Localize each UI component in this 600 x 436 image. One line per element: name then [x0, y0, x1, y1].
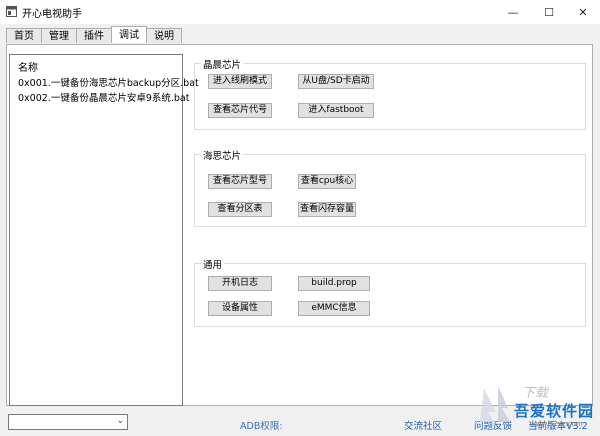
view-partition-table-button[interactable]: 查看分区表: [208, 202, 272, 217]
script-list[interactable]: 名称 0x001.一键备份海思芯片backup分区.bat 0x002.一键备份…: [9, 54, 199, 406]
title-bar: 开心电视助手 — ☐ ✕: [0, 0, 600, 24]
amlogic-group-title: 晶晨芯片: [201, 57, 244, 71]
community-link[interactable]: 交流社区: [404, 418, 442, 432]
tab-home[interactable]: 首页: [6, 28, 42, 43]
emmc-info-button[interactable]: eMMC信息: [298, 301, 370, 316]
tab-help[interactable]: 说明: [146, 28, 182, 43]
app-icon: [6, 6, 17, 17]
build-prop-button[interactable]: build.prop: [298, 276, 370, 291]
device-properties-button[interactable]: 设备属性: [208, 301, 272, 316]
maximize-button[interactable]: ☐: [532, 0, 566, 24]
watermark-overlay-text: 下载: [522, 386, 549, 401]
close-icon: ✕: [578, 5, 588, 19]
watermark: 下载 吾爱软件园 www.52xz.com: [474, 382, 594, 432]
minimize-button[interactable]: —: [496, 0, 530, 24]
window-title: 开心电视助手: [22, 9, 82, 20]
view-chip-model-button[interactable]: 查看芯片型号: [208, 174, 272, 189]
close-button[interactable]: ✕: [566, 0, 600, 24]
device-select[interactable]: ⌄: [8, 414, 128, 430]
enter-flash-mode-button[interactable]: 进入线刷模式: [208, 74, 272, 89]
tab-strip: 首页 管理 插件 调试 说明: [6, 26, 182, 44]
general-group-title: 通用: [201, 257, 225, 271]
watermark-logo-icon: [480, 386, 510, 422]
tab-plugins[interactable]: 插件: [76, 28, 112, 43]
minimize-icon: —: [507, 5, 519, 19]
view-cpu-cores-button[interactable]: 查看cpu核心: [298, 174, 356, 189]
tab-manage[interactable]: 管理: [41, 28, 77, 43]
maximize-icon: ☐: [544, 5, 554, 19]
enter-fastboot-button[interactable]: 进入fastboot: [298, 103, 374, 118]
view-chip-code-button[interactable]: 查看芯片代号: [208, 103, 272, 118]
list-item[interactable]: 0x002.一键备份晶晨芯片安卓9系统.bat: [18, 90, 189, 104]
boot-log-button[interactable]: 开机日志: [208, 276, 272, 291]
boot-from-usb-sd-button[interactable]: 从U盘/SD卡启动: [298, 74, 374, 89]
watermark-url: www.52xz.com: [530, 420, 583, 428]
view-flash-capacity-button[interactable]: 查看闪存容量: [298, 202, 356, 217]
general-group: 通用: [194, 257, 586, 327]
list-header-name[interactable]: 名称: [18, 59, 38, 74]
tab-debug[interactable]: 调试: [111, 26, 147, 43]
chevron-down-icon[interactable]: ⌄: [116, 416, 124, 426]
hisilicon-group-title: 海思芯片: [201, 148, 244, 162]
list-item[interactable]: 0x001.一键备份海思芯片backup分区.bat: [18, 75, 199, 89]
watermark-text: 吾爱软件园: [514, 402, 595, 420]
adb-permission-label: ADB权限:: [240, 421, 283, 432]
